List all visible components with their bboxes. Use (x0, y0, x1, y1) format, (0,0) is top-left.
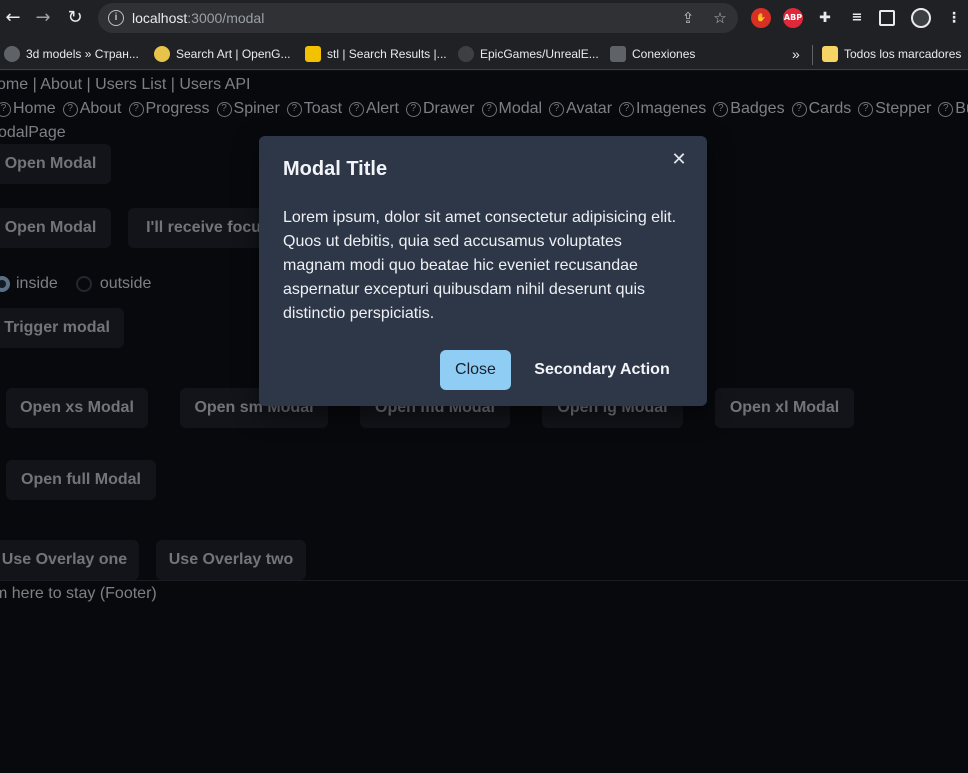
bookmark-item[interactable]: EpicGames/UnrealE... (458, 45, 599, 63)
forward-icon[interactable]: → (32, 7, 54, 29)
modal-body: Lorem ipsum, dolor sit amet consectetur … (283, 209, 677, 322)
bookmarks-bar: 3d models » Стран... Search Art | OpenG.… (0, 36, 968, 70)
profile-avatar[interactable] (911, 8, 931, 28)
bookmark-favicon-icon (4, 46, 20, 62)
bookmark-item[interactable]: 3d models » Стран... (4, 45, 139, 63)
close-icon[interactable]: ✕ (667, 148, 691, 172)
bookmark-item[interactable]: Conexiones (610, 45, 695, 63)
reload-icon[interactable]: ↻ (64, 7, 86, 29)
adblock-plus-icon[interactable]: ABP (783, 8, 803, 28)
modal-dialog: Modal Title ✕ Lorem ipsum, dolor sit ame… (259, 136, 707, 406)
url-text[interactable]: localhost:3000/modal (132, 10, 264, 26)
back-icon[interactable]: ← (2, 7, 24, 29)
bookmark-item[interactable]: Search Art | OpenG... (154, 45, 291, 63)
bookmark-favicon-icon (305, 46, 321, 62)
puzzle-extensions-icon[interactable]: ✚ (815, 8, 835, 28)
more-bookmarks-icon[interactable]: » (792, 45, 800, 63)
media-control-icon[interactable]: ≡ (847, 8, 867, 28)
site-info-icon[interactable]: i (108, 10, 124, 26)
menu-kebab-icon[interactable]: ⋮ (944, 8, 964, 28)
modal-title: Modal Title (283, 158, 388, 180)
all-bookmarks[interactable]: Todos los marcadores (822, 45, 961, 63)
hand-extension-icon[interactable]: ✋ (751, 8, 771, 28)
browser-toolbar: ← → ↻ i localhost:3000/modal ⇪ ☆ ✋ ABP ✚… (0, 0, 968, 36)
folder-icon (822, 46, 838, 62)
bookmark-item[interactable]: stl | Search Results |... (305, 45, 447, 63)
share-icon[interactable]: ⇪ (678, 8, 698, 28)
secondary-action-button[interactable]: Secondary Action (527, 350, 677, 390)
bookmark-favicon-icon (154, 46, 170, 62)
address-bar[interactable]: i localhost:3000/modal ⇪ ☆ (98, 3, 738, 33)
bookmarks-divider (812, 45, 813, 65)
side-panel-icon[interactable] (879, 10, 895, 26)
github-icon (458, 46, 474, 62)
bookmark-star-icon[interactable]: ☆ (710, 8, 730, 28)
modal-close-button[interactable]: Close (440, 350, 511, 390)
bookmark-favicon-icon (610, 46, 626, 62)
